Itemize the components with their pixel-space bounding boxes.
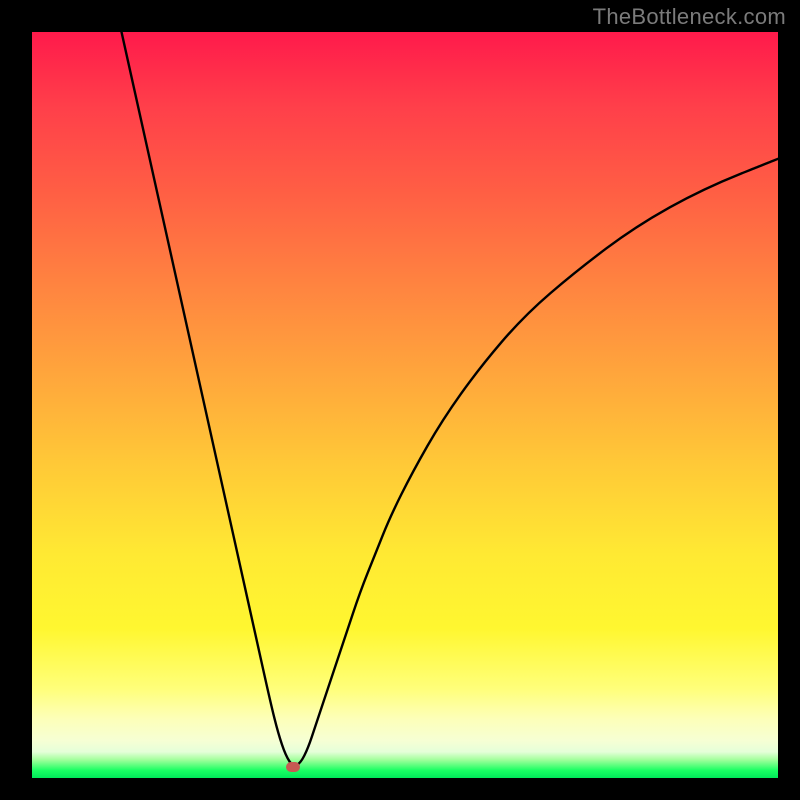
curve-path	[122, 32, 778, 765]
watermark-text: TheBottleneck.com	[593, 4, 786, 30]
plot-area	[32, 32, 778, 778]
chart-frame: TheBottleneck.com	[0, 0, 800, 800]
optimal-point-marker	[286, 762, 300, 772]
bottleneck-curve	[32, 32, 778, 778]
